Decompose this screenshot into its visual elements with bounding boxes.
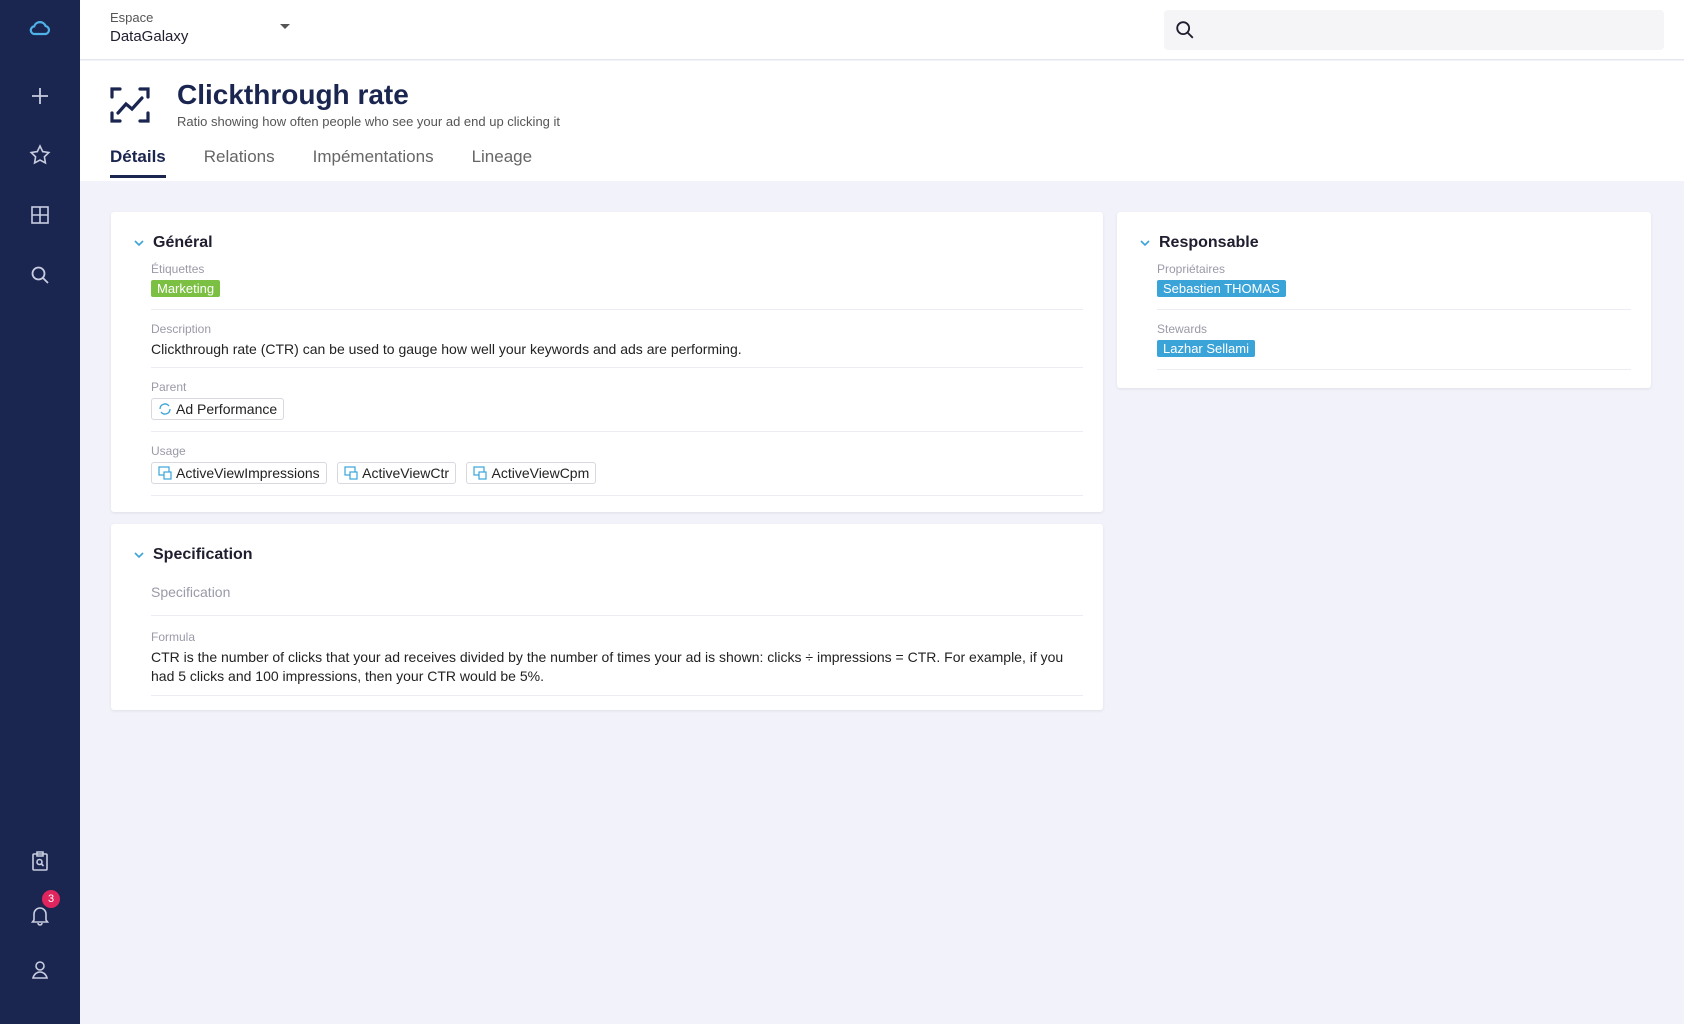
search-icon xyxy=(1176,21,1194,39)
owners-label: Propriétaires xyxy=(1157,262,1226,276)
tags-field: Étiquettes Marketing xyxy=(151,262,1083,310)
object-header: Clickthrough rate Ratio showing how ofte… xyxy=(80,61,1684,181)
usage-value: ActiveViewCpm xyxy=(491,465,590,481)
stewards-field: Stewards Lazhar Sellami xyxy=(1157,322,1631,370)
notification-badge: 3 xyxy=(42,890,60,908)
space-label: Espace xyxy=(110,10,154,25)
specification-card: Specification Specification Formula CTR … xyxy=(111,524,1103,710)
usage-value: ActiveViewCtr xyxy=(362,465,450,481)
user-icon[interactable] xyxy=(20,950,60,990)
tab-lineage[interactable]: Lineage xyxy=(472,147,533,178)
specification-section-header[interactable]: Specification xyxy=(133,546,253,564)
tab-implementations[interactable]: Impémentations xyxy=(313,147,434,178)
description-value: Clickthrough rate (CTR) can be used to g… xyxy=(151,341,742,357)
tab-bar: Détails Relations Impémentations Lineage xyxy=(110,147,570,178)
topbar: Espace DataGalaxy xyxy=(80,0,1684,60)
tab-details[interactable]: Détails xyxy=(110,147,166,178)
page-title: Clickthrough rate xyxy=(177,79,409,110)
search-input[interactable] xyxy=(1208,10,1648,50)
tab-relations[interactable]: Relations xyxy=(204,147,275,178)
search-icon[interactable] xyxy=(20,255,60,295)
owner-tag[interactable]: Sebastien THOMAS xyxy=(1157,280,1286,297)
global-search[interactable] xyxy=(1164,10,1664,50)
general-card: Général Étiquettes Marketing Description… xyxy=(111,212,1103,512)
owners-field: Propriétaires Sebastien THOMAS xyxy=(1157,262,1631,310)
chevron-down-icon xyxy=(134,552,144,559)
tag-marketing[interactable]: Marketing xyxy=(151,280,221,297)
usage-chip[interactable]: ActiveViewCtr xyxy=(337,462,457,484)
parent-chip[interactable]: Ad Performance xyxy=(151,398,285,420)
formula-field: Formula CTR is the number of clicks that… xyxy=(151,630,1083,696)
usage-value: ActiveViewImpressions xyxy=(176,465,320,481)
usage-field: Usage ActiveViewImpressions ActiveViewCt… xyxy=(151,444,1083,496)
formula-label: Formula xyxy=(151,630,196,644)
parent-value: Ad Performance xyxy=(176,401,278,417)
specification-title: Specification xyxy=(153,546,253,563)
formula-value: CTR is the number of clicks that your ad… xyxy=(151,649,1064,684)
space-value: DataGalaxy xyxy=(110,28,189,45)
responsable-section-header[interactable]: Responsable xyxy=(1139,234,1259,252)
specification-placeholder: Specification xyxy=(151,584,231,600)
chevron-down-icon xyxy=(134,240,144,247)
dataset-icon xyxy=(344,466,358,480)
tags-label: Étiquettes xyxy=(151,262,205,276)
caret-down-icon xyxy=(280,24,290,29)
usage-chip[interactable]: ActiveViewImpressions xyxy=(151,462,327,484)
responsable-title: Responsable xyxy=(1159,234,1259,251)
general-section-header[interactable]: Général xyxy=(133,234,213,252)
usage-chip[interactable]: ActiveViewCpm xyxy=(466,462,597,484)
bell-icon[interactable]: 3 xyxy=(20,890,60,935)
parent-field: Parent Ad Performance xyxy=(151,380,1083,432)
description-label: Description xyxy=(151,322,212,336)
dataset-icon xyxy=(158,466,172,480)
sidebar: 3 xyxy=(0,0,80,1024)
parent-label: Parent xyxy=(151,380,187,394)
responsable-card: Responsable Propriétaires Sebastien THOM… xyxy=(1117,212,1651,388)
stewards-label: Stewards xyxy=(1157,322,1208,336)
chevron-down-icon xyxy=(1140,240,1150,247)
steward-tag[interactable]: Lazhar Sellami xyxy=(1157,340,1255,357)
usage-label: Usage xyxy=(151,444,186,458)
clipboard-search-icon[interactable] xyxy=(20,841,60,881)
dataset-icon xyxy=(473,466,488,480)
grid-icon[interactable] xyxy=(20,195,60,235)
star-icon[interactable] xyxy=(20,135,60,175)
plus-icon[interactable] xyxy=(20,76,60,116)
cloud-logo-icon[interactable] xyxy=(20,8,60,48)
space-selector[interactable]: Espace DataGalaxy xyxy=(110,10,290,52)
description-field: Description Clickthrough rate (CTR) can … xyxy=(151,322,1083,368)
page-subtitle: Ratio showing how often people who see y… xyxy=(177,114,561,129)
specification-field[interactable]: Specification xyxy=(151,584,1083,616)
kpi-icon xyxy=(110,87,150,123)
refresh-icon xyxy=(159,403,171,415)
general-title: Général xyxy=(153,234,213,251)
